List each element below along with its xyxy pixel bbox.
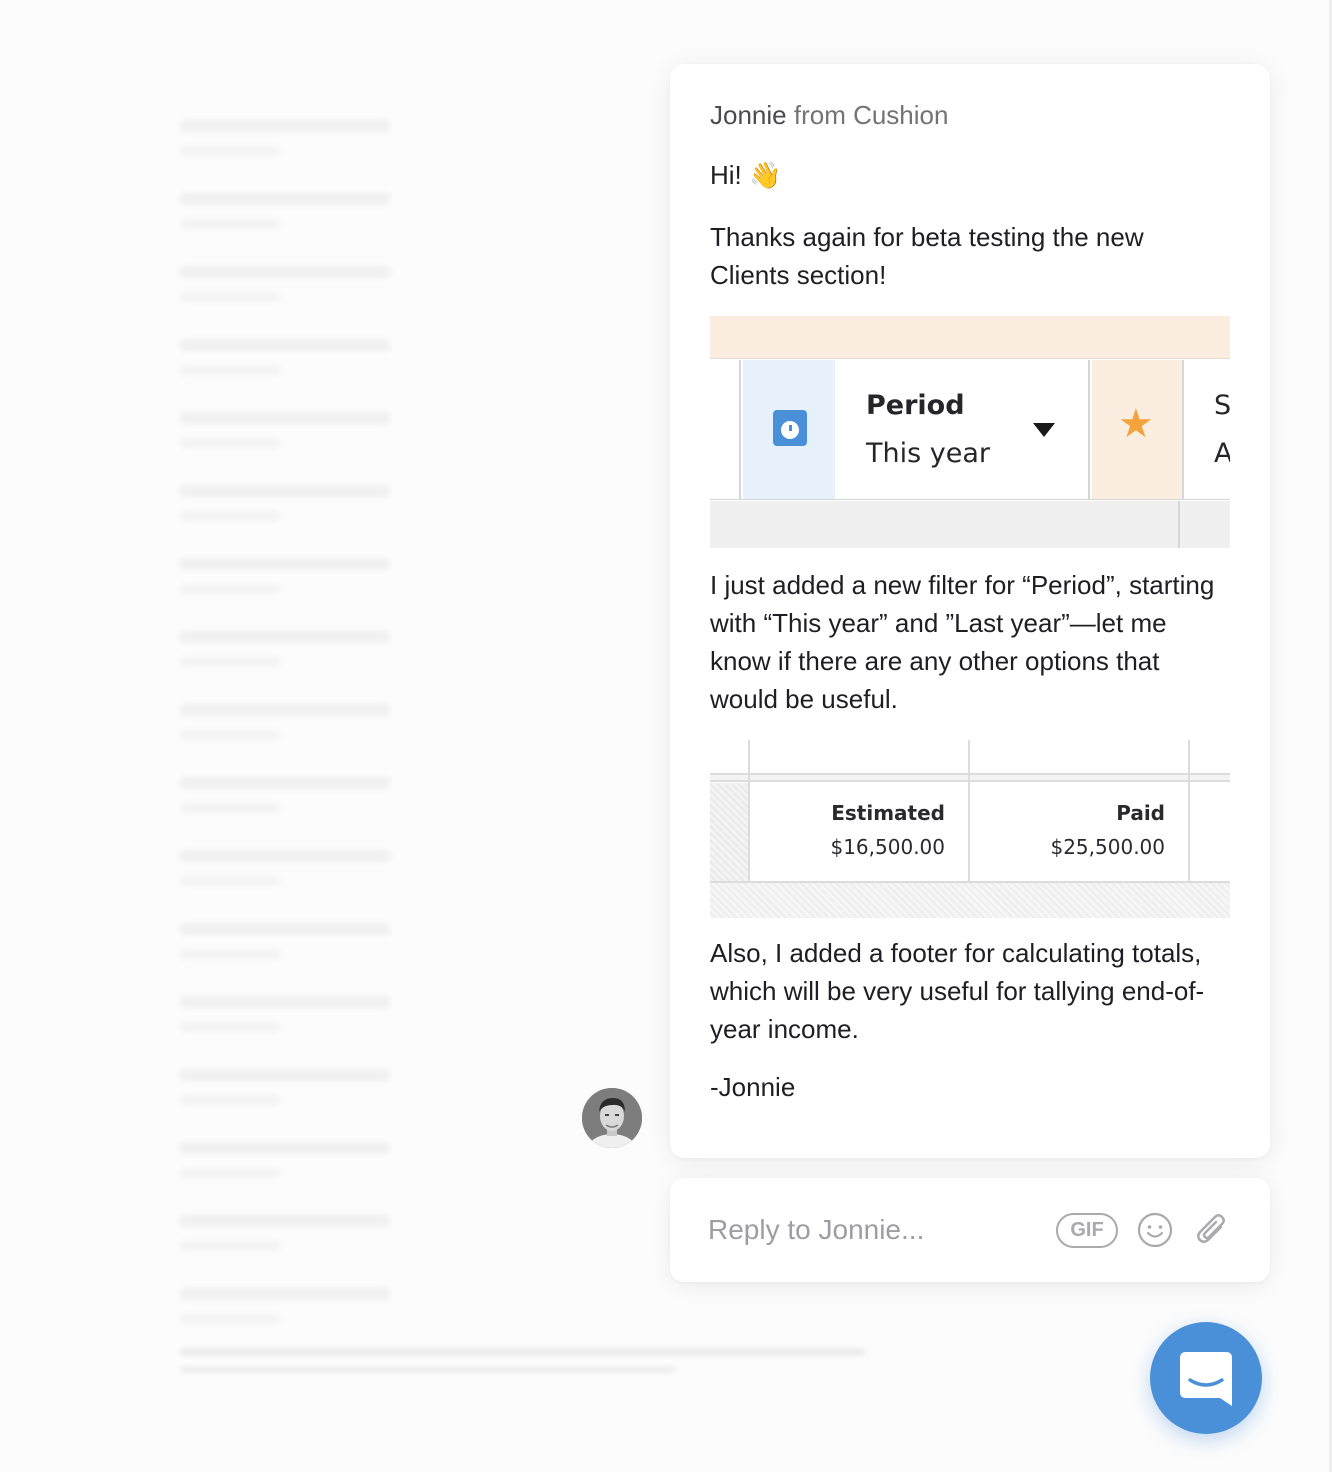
total-cell-paid: Paid $25,500.00	[970, 783, 1187, 881]
emoji-icon[interactable]	[1137, 1212, 1173, 1248]
reply-input[interactable]	[708, 1208, 1048, 1252]
period-filter-label: Period	[866, 390, 965, 421]
total-cell-estimated: Estimated $16,500.00	[750, 783, 967, 881]
greeting-text: Hi!	[710, 160, 742, 190]
gif-button[interactable]: GIF	[1056, 1213, 1118, 1248]
preview-bottom-strip	[710, 501, 1230, 548]
paperclip-icon[interactable]	[1194, 1210, 1230, 1250]
message-paragraph: I just added a new filter for “Period”, …	[710, 570, 1215, 714]
background-footer-line	[180, 1366, 675, 1373]
star-icon: ★	[1118, 402, 1154, 446]
total-value: $16,500.00	[830, 835, 945, 859]
message-signature: -Jonnie	[710, 1072, 796, 1102]
period-filter-preview: Period This year ★ S A	[710, 316, 1230, 548]
preview-header-strip	[710, 316, 1230, 359]
background-footer-line	[180, 1348, 865, 1356]
waving-hand-icon: 👋	[749, 160, 782, 190]
message-paragraph: Also, I added a footer for calculating t…	[710, 938, 1205, 1044]
dropdown-caret-icon	[1033, 423, 1055, 437]
total-header: Paid	[1116, 801, 1165, 825]
filter-row: Period This year ★ S A	[710, 360, 1230, 500]
truncated-label: S	[1214, 390, 1230, 421]
hatched-footer-strip	[710, 881, 1230, 918]
calendar-icon-cell	[743, 360, 835, 499]
chat-bubble-icon	[1180, 1352, 1232, 1406]
avatar	[582, 1088, 642, 1148]
message-greeting: Hi! 👋	[710, 156, 1230, 194]
total-value: $25,500.00	[1050, 835, 1165, 859]
message-paragraph: Thanks again for beta testing the new Cl…	[710, 222, 1144, 290]
message-card: Jonnie from Cushion Hi! 👋 Thanks again f…	[670, 64, 1270, 1158]
period-filter-value: This year	[866, 438, 990, 469]
sender-name: Jonnie	[710, 100, 787, 130]
totals-footer-preview: Estimated $16,500.00 Paid $25,500.00	[710, 740, 1230, 918]
total-header: Estimated	[831, 801, 945, 825]
calendar-clock-icon	[773, 410, 807, 446]
reply-composer: GIF	[670, 1178, 1270, 1282]
truncated-value: A	[1214, 438, 1230, 469]
table-divider	[710, 773, 1230, 782]
favorite-cell: ★	[1092, 360, 1184, 499]
messenger-launcher-button[interactable]	[1150, 1322, 1262, 1434]
period-filter[interactable]: Period This year	[835, 360, 1090, 499]
hatched-cell	[710, 783, 748, 881]
background-row	[180, 1280, 880, 1353]
message-sender: Jonnie from Cushion	[710, 100, 948, 131]
sender-company: from Cushion	[786, 100, 949, 130]
